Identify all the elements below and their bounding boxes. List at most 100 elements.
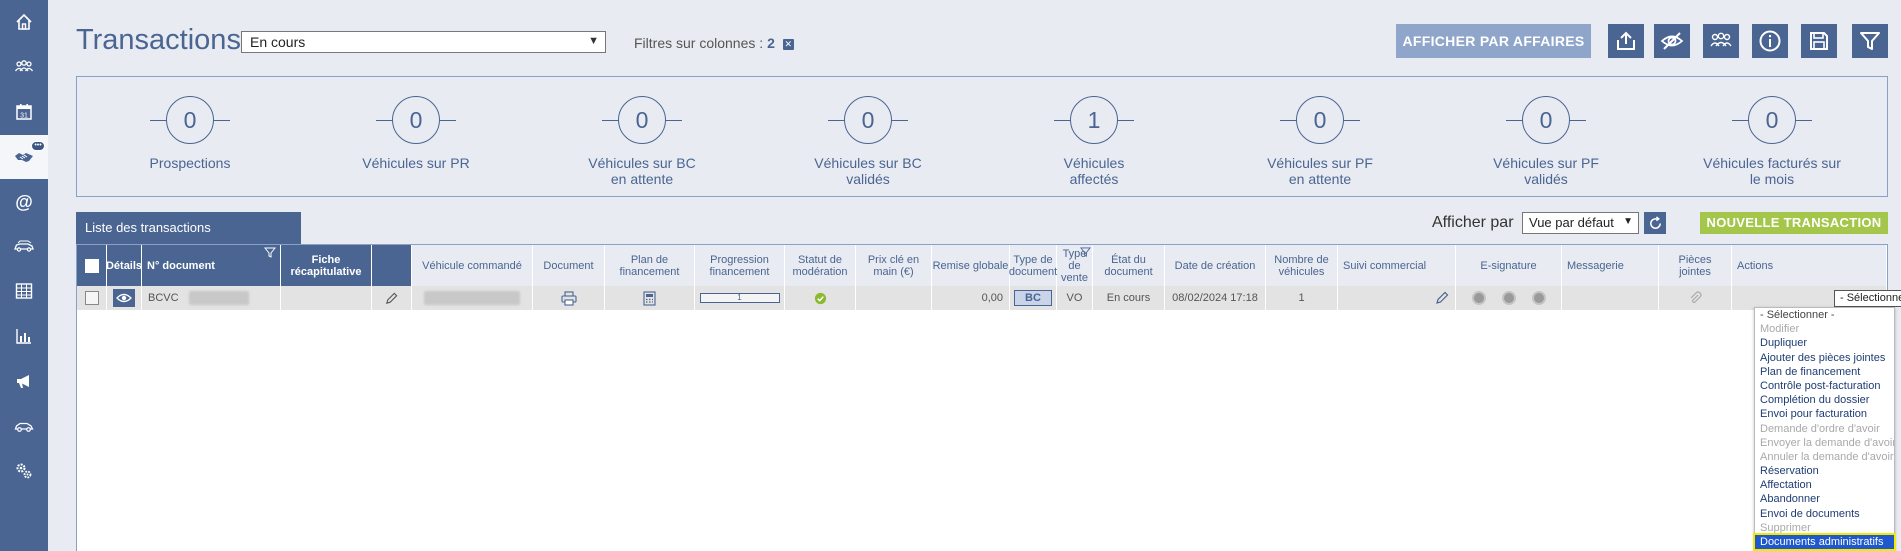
clear-filters-icon[interactable]: ✕ (782, 38, 794, 50)
sidebar-item-calendar[interactable]: 31 (0, 90, 48, 134)
dropdown-option-file-completion[interactable]: Complétion du dossier (1755, 393, 1894, 407)
status-select[interactable]: En cours ▼ (241, 31, 606, 53)
sidebar-item-marketing[interactable] (0, 359, 48, 403)
row-checkbox[interactable] (84, 291, 99, 305)
transactions-list-tab[interactable]: Liste des transactions (76, 212, 301, 244)
stat-label: Véhicules sur BC validés (814, 155, 922, 187)
row-vehicle-count: 1 (1266, 286, 1338, 310)
dropdown-option-reservation[interactable]: Réservation (1755, 464, 1894, 478)
sidebar-item-vehicles[interactable] (0, 404, 48, 448)
col-financing-progress[interactable]: Progression financement (695, 245, 785, 286)
col-moderation[interactable]: Statut de modération (785, 245, 856, 286)
stat-value: 0 (392, 96, 440, 144)
refresh-button[interactable] (1644, 212, 1666, 234)
col-vehicle[interactable]: Véhicule commandé (412, 245, 533, 286)
new-transaction-button[interactable]: NOUVELLE TRANSACTION (1700, 212, 1888, 234)
column-filter-icon[interactable] (1080, 247, 1091, 258)
dropdown-option-financing-plan[interactable]: Plan de financement (1755, 365, 1894, 379)
info-button[interactable] (1752, 24, 1788, 58)
col-document[interactable]: Document (533, 245, 605, 286)
calculator-icon[interactable] (643, 290, 656, 306)
stat-vehicles-invoiced-month[interactable]: 0 Véhicules facturés sur le mois (1659, 77, 1885, 198)
eye-icon (116, 293, 132, 303)
row-price (856, 286, 932, 310)
col-doc-number-label: N° document (147, 259, 215, 272)
row-moderation (785, 286, 856, 310)
col-doc-state[interactable]: État du document (1093, 245, 1165, 286)
stat-vehicles-pf-validated[interactable]: 0 Véhicules sur PF validés (1433, 77, 1659, 198)
filter-icon (1860, 32, 1880, 50)
export-button[interactable] (1608, 24, 1644, 58)
show-by-affairs-button[interactable]: AFFICHER PAR AFFAIRES (1396, 24, 1591, 58)
group-button[interactable] (1703, 24, 1739, 58)
stat-label: Véhicules facturés sur le mois (1703, 155, 1841, 187)
col-discount[interactable]: Remise globale (932, 245, 1010, 286)
filter-button[interactable] (1852, 24, 1888, 58)
sidebar-item-settings[interactable] (0, 449, 48, 493)
people-icon (14, 60, 34, 72)
row-actions-select[interactable]: - Sélectionner - ▼ (1834, 290, 1901, 307)
sidebar-item-fleet[interactable] (0, 224, 48, 268)
dropdown-option-select[interactable]: - Sélectionner - (1755, 308, 1894, 322)
select-all-checkbox[interactable] (84, 258, 99, 273)
dropdown-option-send-documents[interactable]: Envoi de documents (1755, 507, 1894, 521)
row-vehicle (412, 286, 533, 310)
col-vehicle-count[interactable]: Nombre de véhicules (1266, 245, 1338, 286)
row-details-cell (107, 286, 142, 310)
stat-prospections[interactable]: 0 Prospections (77, 77, 303, 198)
stat-vehicles-pr[interactable]: 0 Véhicules sur PR (303, 77, 529, 198)
esign-status-icon (1471, 291, 1486, 305)
hide-columns-button[interactable] (1654, 24, 1690, 58)
esign-status-icon (1501, 291, 1516, 305)
stat-vehicles-bc-pending[interactable]: 0 Véhicules sur BC en attente (529, 77, 755, 198)
col-esign[interactable]: E-signature (1456, 245, 1562, 286)
stat-vehicles-bc-validated[interactable]: 0 Véhicules sur BC validés (755, 77, 981, 198)
stat-value: 0 (1748, 96, 1796, 144)
col-details[interactable]: Détails (106, 245, 142, 286)
dropdown-option-assignment[interactable]: Affectation (1755, 478, 1894, 492)
dropdown-option-modify: Modifier (1760, 323, 1800, 336)
sidebar-item-contacts[interactable] (0, 45, 48, 89)
col-actions[interactable]: Actions (1732, 245, 1887, 286)
sidebar-item-table[interactable] (0, 269, 48, 313)
sidebar-item-messages[interactable]: @ (0, 180, 48, 224)
col-followup[interactable]: Suivi commercial (1338, 245, 1456, 286)
col-attachments[interactable]: Pièces jointes (1659, 245, 1732, 286)
sidebar-item-home[interactable] (0, 0, 48, 44)
transactions-table: Détails N° document Fiche récapitulative… (76, 244, 1901, 551)
edit-pencil-icon[interactable] (385, 292, 398, 305)
sidebar-item-transactions[interactable]: ••• (0, 135, 48, 179)
stat-vehicles-assigned[interactable]: 1 Véhicules affectés (981, 77, 1207, 198)
table-row[interactable]: BCVC 1 0,00 BC VO En cours 08/02/2024 17… (77, 286, 1887, 310)
col-created[interactable]: Date de création (1165, 245, 1266, 286)
handshake-icon (15, 153, 33, 162)
actions-dropdown-list: - Sélectionner - Modifier Dupliquer Ajou… (1753, 307, 1896, 551)
col-doc-number[interactable]: N° document (142, 245, 281, 286)
group-icon (1710, 32, 1732, 47)
column-filters-indicator: Filtres sur colonnes : 2 ✕ (634, 35, 794, 51)
col-sale-type[interactable]: Type de vente (1057, 245, 1093, 286)
stat-value: 1 (1070, 96, 1118, 144)
col-financing-plan[interactable]: Plan de financement (605, 245, 695, 286)
view-details-button[interactable] (113, 289, 135, 307)
dropdown-option-add-attachments[interactable]: Ajouter des pièces jointes (1755, 351, 1894, 365)
printer-icon[interactable] (560, 290, 577, 306)
col-messaging[interactable]: Messagerie (1562, 245, 1659, 286)
edit-pencil-icon[interactable] (1435, 291, 1449, 305)
save-button[interactable] (1801, 24, 1837, 58)
dropdown-option-send-for-invoicing[interactable]: Envoi pour facturation (1755, 407, 1894, 421)
col-doc-type[interactable]: Type de document (1009, 245, 1057, 286)
col-summary[interactable]: Fiche récapitulative (281, 245, 372, 286)
dropdown-option-duplicate[interactable]: Dupliquer (1755, 336, 1894, 350)
row-doc-state: En cours (1093, 286, 1165, 310)
view-select[interactable]: Vue par défaut ▼ (1522, 212, 1639, 234)
sidebar-item-statistics[interactable] (0, 314, 48, 358)
dropdown-option-post-invoice-control[interactable]: Contrôle post-facturation (1755, 379, 1894, 393)
dropdown-option-abandon[interactable]: Abandonner (1755, 492, 1894, 506)
column-filter-icon[interactable] (264, 247, 276, 259)
row-esign (1456, 286, 1562, 310)
column-filters-label: Filtres sur colonnes : (634, 35, 764, 51)
stat-vehicles-pf-pending[interactable]: 0 Véhicules sur PF en attente (1207, 77, 1433, 198)
dropdown-option-administrative-documents[interactable]: Documents administratifs (1753, 532, 1896, 551)
col-price[interactable]: Prix clé en main (€) (856, 245, 932, 286)
